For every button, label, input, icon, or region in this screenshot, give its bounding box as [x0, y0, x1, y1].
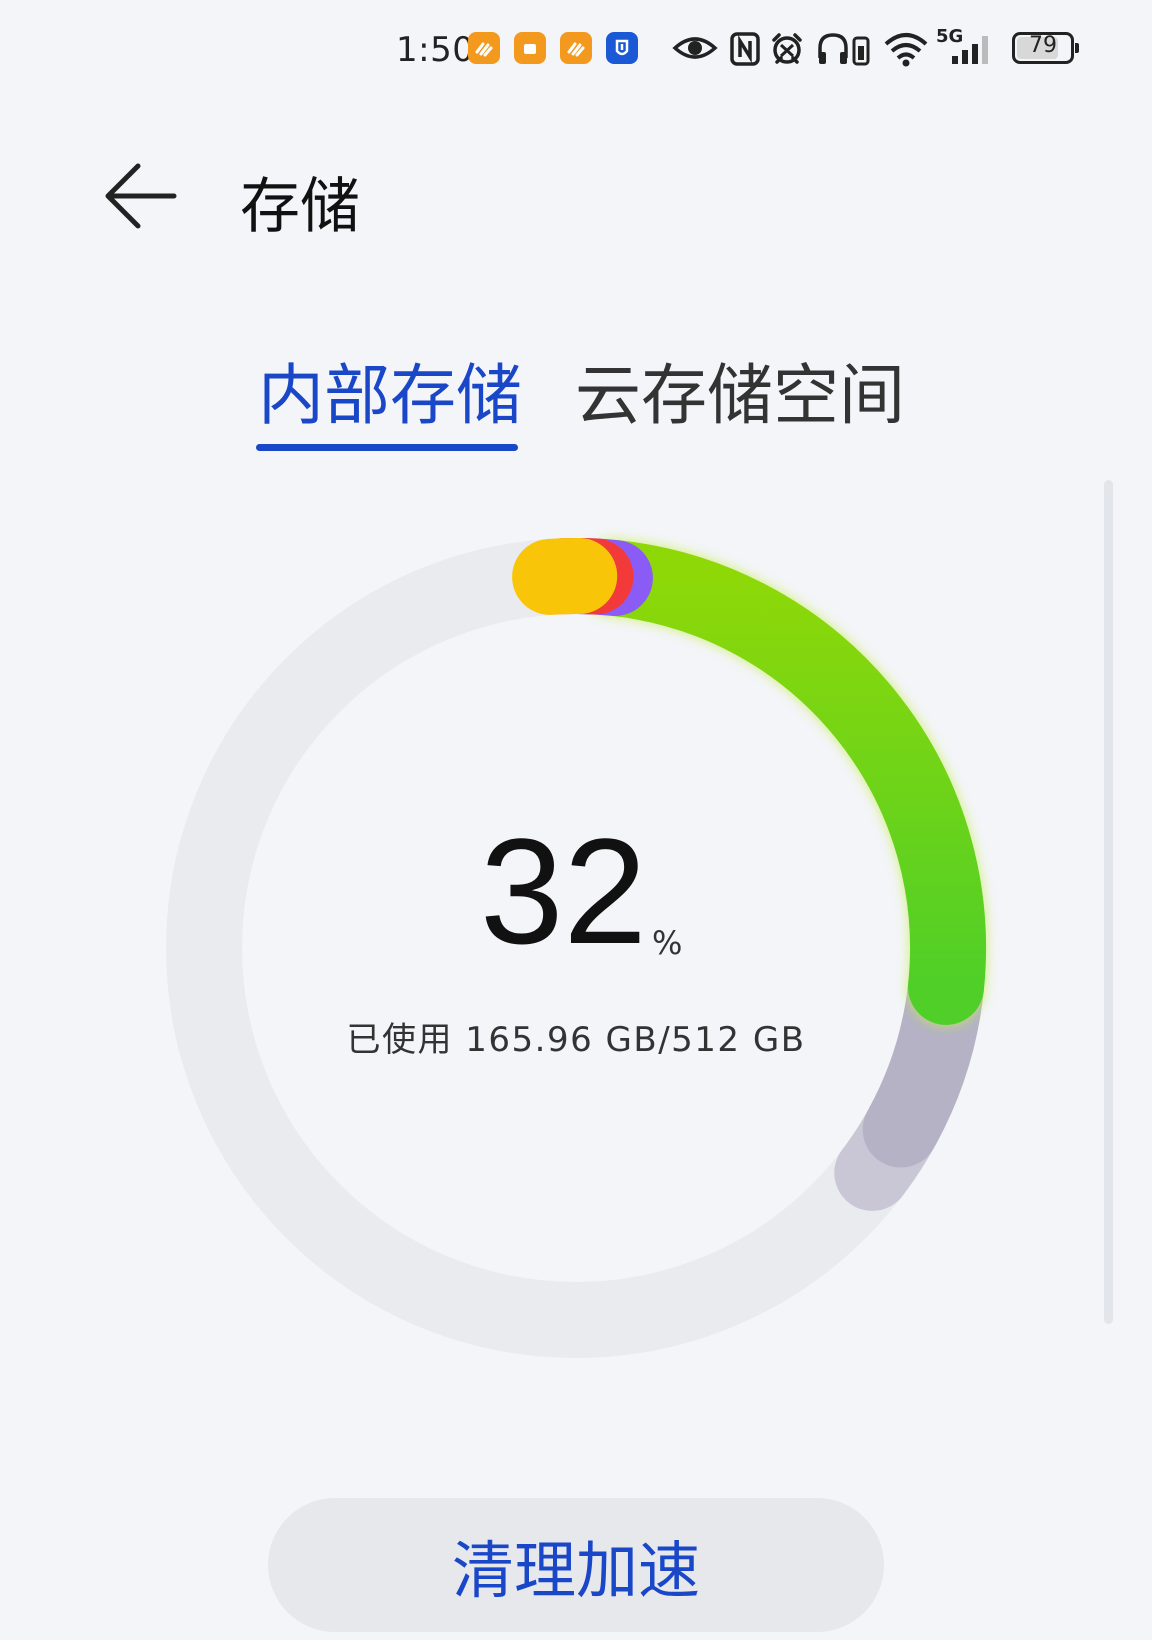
storage-ring-chart — [166, 537, 988, 1358]
percent-sign: % — [652, 924, 683, 962]
usage-percent: 32 — [480, 807, 647, 975]
clean-accelerate-button[interactable]: 清理加速 — [268, 1498, 884, 1632]
ring-segment-audio — [512, 537, 618, 615]
usage-label: 已使用 165.96 GB/512 GB — [346, 1020, 806, 1060]
